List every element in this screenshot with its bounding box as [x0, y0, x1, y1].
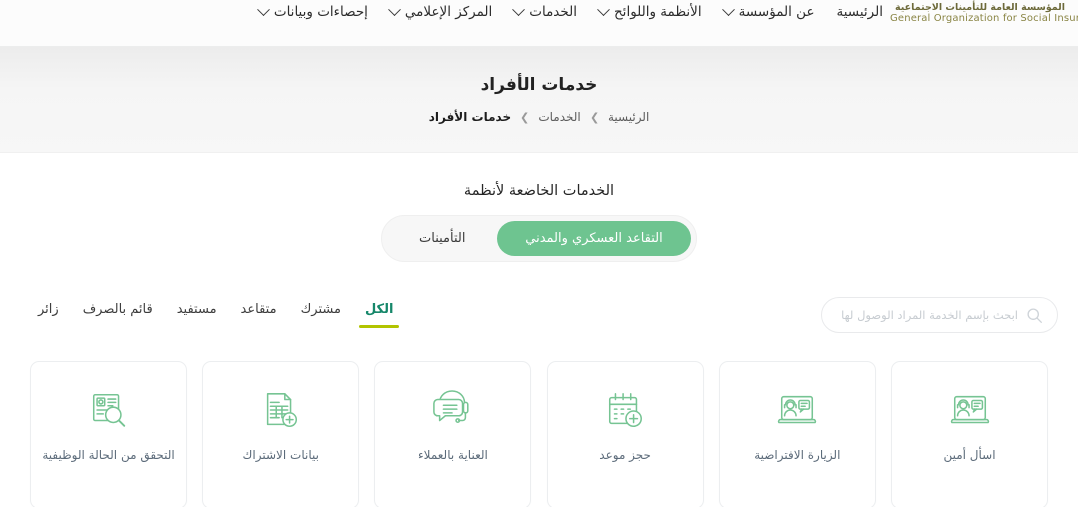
toggle-insurance[interactable]: التأمينات	[387, 221, 497, 256]
page-title: خدمات الأفراد	[480, 75, 598, 95]
top-navigation-bar: المؤسسة العامة للتأمينات الاجتماعية Gene…	[0, 0, 1078, 47]
breadcrumb-separator-icon: ❮	[589, 110, 599, 124]
service-card-virtual-visit[interactable]: الزيارة الافتراضية	[718, 361, 876, 507]
document-magnifier-icon	[88, 389, 130, 433]
tab-beneficiary[interactable]: مستفيد	[177, 302, 217, 328]
service-card-label: اسأل أمين	[943, 448, 996, 462]
nav-item-about[interactable]: عن المؤسسة	[721, 2, 815, 22]
services-grid: التحقق من الحالة الوظيفية بيانات الاشترا…	[0, 361, 1078, 507]
tab-retiree[interactable]: متقاعد	[241, 302, 277, 328]
audience-tabs: الكل مشترك متقاعد مستفيد قائم بالصرف زائ…	[38, 302, 399, 328]
nav-item-media-center[interactable]: المركز الإعلامي	[388, 2, 493, 22]
breadcrumb: الرئيسية ❮ الخدمات ❮ خدمات الأفراد	[429, 110, 650, 124]
search-icon	[1027, 307, 1042, 323]
breadcrumb-item-current: خدمات الأفراد	[428, 110, 512, 124]
chevron-down-icon	[721, 2, 735, 16]
page-header-band: خدمات الأفراد الرئيسية ❮ الخدمات ❮ خدمات…	[0, 47, 1078, 153]
nav-item-label: المركز الإعلامي	[404, 4, 493, 20]
service-card-ask-ameen[interactable]: اسأل أمين	[891, 361, 1048, 507]
nav-item-label: عن المؤسسة	[738, 4, 815, 20]
service-card-label: بيانات الاشتراك	[242, 448, 319, 462]
service-card-label: العناية بالعملاء	[418, 448, 488, 462]
site-logo[interactable]: المؤسسة العامة للتأمينات الاجتماعية Gene…	[890, 0, 1078, 24]
systems-toggle-group: التقاعد العسكري والمدني التأمينات	[381, 215, 697, 262]
tab-visitor[interactable]: زائر	[38, 302, 59, 328]
nav-item-statistics[interactable]: إحصاءات وبيانات	[256, 2, 368, 22]
breadcrumb-item-services[interactable]: الخدمات	[538, 110, 580, 124]
service-card-label: الزيارة الافتراضية	[754, 448, 841, 462]
search-input[interactable]	[836, 308, 1018, 322]
chevron-down-icon	[256, 2, 270, 16]
tab-all[interactable]: الكل	[359, 302, 399, 328]
chevron-down-icon	[597, 2, 610, 16]
service-card-customer-care[interactable]: العناية بالعملاء	[374, 361, 532, 507]
service-card-label: حجز موعد	[599, 448, 651, 462]
logo-english-text: General Organization for Social Insuranc…	[890, 12, 1078, 24]
filter-row: الكل مشترك متقاعد مستفيد قائم بالصرف زائ…	[0, 297, 1078, 333]
chevron-down-icon	[388, 2, 401, 16]
toggle-military-civil-retirement[interactable]: التقاعد العسكري والمدني	[497, 221, 691, 256]
logo-arabic-text: المؤسسة العامة للتأمينات الاجتماعية	[895, 2, 1065, 13]
chevron-down-icon	[512, 2, 526, 16]
nav-item-label: الرئيسية	[836, 4, 884, 20]
document-plus-icon	[260, 389, 302, 433]
tab-subscriber[interactable]: مشترك	[301, 302, 341, 328]
nav-item-label: الأنظمة واللوائح	[613, 4, 702, 20]
service-card-book-appointment[interactable]: حجز موعد	[546, 361, 704, 507]
main-content: الخدمات الخاضعة لأنظمة التقاعد العسكري و…	[0, 153, 1078, 507]
calendar-plus-icon	[604, 389, 646, 433]
tab-payer[interactable]: قائم بالصرف	[83, 302, 153, 328]
headset-chat-icon	[432, 389, 474, 433]
nav-menu: الرئيسية عن المؤسسة الأنظمة واللوائح الخ…	[256, 2, 884, 22]
breadcrumb-item-home[interactable]: الرئيسية	[608, 110, 649, 124]
nav-item-home[interactable]: الرئيسية	[837, 2, 884, 22]
nav-item-services[interactable]: الخدمات	[512, 2, 577, 22]
systems-toggle-wrap: التقاعد العسكري والمدني التأمينات	[0, 215, 1078, 262]
search-box[interactable]	[821, 297, 1058, 333]
service-card-subscription-data[interactable]: بيانات الاشتراك	[202, 361, 360, 507]
video-agent-icon	[949, 389, 991, 433]
service-card-label: التحقق من الحالة الوظيفية	[42, 448, 175, 462]
nav-item-regulations[interactable]: الأنظمة واللوائح	[597, 2, 702, 22]
video-agent-icon	[776, 389, 818, 433]
service-card-employment-status[interactable]: التحقق من الحالة الوظيفية	[30, 361, 188, 507]
breadcrumb-separator-icon: ❮	[520, 110, 530, 124]
nav-item-label: الخدمات	[529, 4, 577, 20]
systems-section-heading: الخدمات الخاضعة لأنظمة	[463, 183, 615, 199]
nav-item-label: إحصاءات وبيانات	[273, 4, 368, 20]
